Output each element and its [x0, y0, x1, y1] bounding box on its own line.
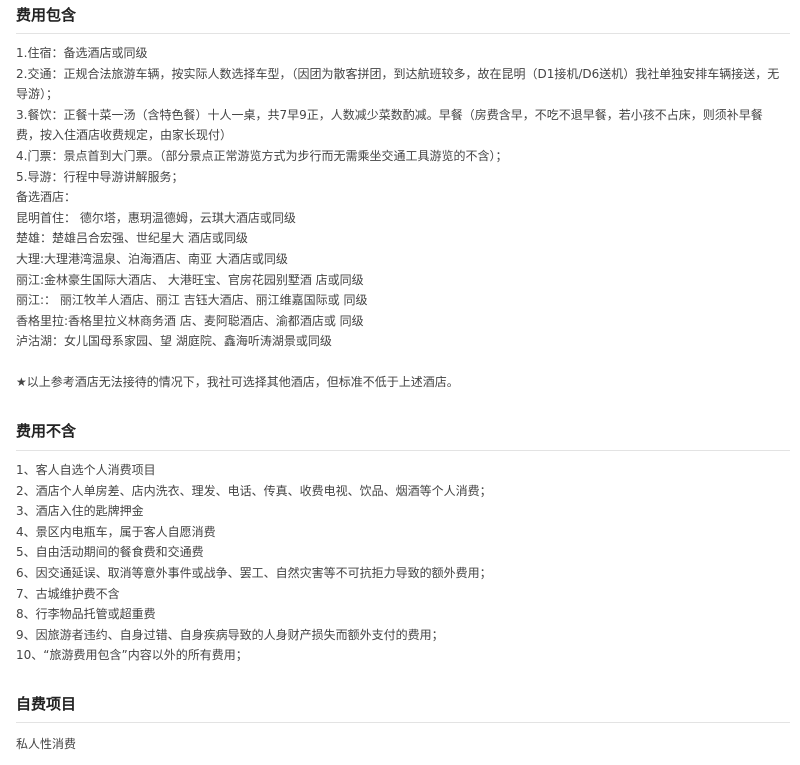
excluded-item: 5、自由活动期间的餐食费和交通费	[16, 545, 204, 560]
hotel-item: 泸沽湖：女儿国母系家园、望 湖庭院、鑫海听涛湖景或同级	[16, 334, 332, 349]
fee-included-content: 1.住宿：备选酒店或同级 2.交通：正规合法旅游车辆，按实际人数选择车型，（因团…	[16, 43, 790, 393]
hotel-item: 丽江:金林豪生国际大酒店、 大港旺宝、官房花园别墅酒 店或同级	[16, 272, 364, 287]
included-item: 1.住宿：备选酒店或同级	[16, 46, 148, 60]
hotel-note: ★以上参考酒店无法接待的情况下，我社可选择其他酒店，但标准不低于上述酒店。	[16, 374, 459, 389]
excluded-item: 10、“旅游费用包含”内容以外的所有费用；	[16, 648, 248, 663]
excluded-item: 6、因交通延误、取消等意外事件或战争、罢工、自然灾害等不可抗拒力导致的额外费用；	[16, 565, 492, 580]
self-pay-title: 自费项目	[16, 695, 77, 713]
excluded-item: 3、酒店入住的匙牌押金	[16, 504, 144, 519]
hotel-item: 楚雄：楚雄吕合宏强、世纪星大 酒店或同级	[16, 231, 248, 246]
included-item: 4.门票：景点首到大门票。（部分景点正常游览方式为步行而无需乘坐交通工具游览的不…	[16, 148, 508, 163]
included-item: 2.交通：正规合法旅游车辆，按实际人数选择车型，（因团为散客拼团，到达航班较多，…	[16, 66, 780, 102]
excluded-item: 2、酒店个人单房差、店内洗衣、理发、电话、传真、收费电视、饮品、烟酒等个人消费；	[16, 483, 492, 498]
self-pay-section: 自费项目	[16, 694, 790, 714]
self-pay-divider	[16, 722, 790, 723]
hotel-item: 丽江:： 丽江牧羊人酒店、丽江 吉钰大酒店、丽江维嘉国际或 同级	[16, 293, 368, 308]
excluded-item: 8、行李物品托管或超重费	[16, 607, 156, 622]
fee-included-title: 费用包含	[16, 6, 77, 24]
fee-excluded-title: 费用不含	[16, 422, 77, 440]
fee-excluded-section: 费用不含	[16, 421, 790, 441]
hotel-item: 香格里拉:香格里拉义林商务酒 店、麦阿聪酒店、渝都酒店或 同级	[16, 313, 364, 328]
self-pay-content: 私人性消费	[16, 734, 790, 755]
excluded-item: 1、客人自选个人消费项目	[16, 463, 156, 477]
hotel-item: 大理:大理港湾温泉、泊海酒店、南亚 大酒店或同级	[16, 251, 288, 266]
excluded-item: 4、景区内电瓶车，属于客人自愿消费	[16, 524, 216, 539]
hotel-item: 昆明首住： 德尔塔，惠玥温德姆，云琪大酒店或同级	[16, 210, 296, 225]
fee-info-page: 费用包含 1.住宿：备选酒店或同级 2.交通：正规合法旅游车辆，按实际人数选择车…	[0, 0, 800, 765]
excluded-item: 9、因旅游者违约、自身过错、自身疾病导致的人身财产损失而额外支付的费用；	[16, 627, 444, 642]
fee-included-section: 费用包含	[16, 5, 790, 25]
included-item: 5.导游：行程中导游讲解服务；	[16, 169, 184, 184]
self-pay-item: 私人性消费	[16, 737, 77, 751]
included-item: 3.餐饮：正餐十菜一汤（含特色餐）十人一桌，共7早9正，人数减少菜数酌减。早餐（…	[16, 107, 763, 143]
fee-excluded-content: 1、客人自选个人消费项目 2、酒店个人单房差、店内洗衣、理发、电话、传真、收费电…	[16, 460, 790, 666]
fee-included-divider	[16, 33, 790, 34]
fee-excluded-divider	[16, 450, 790, 451]
excluded-item: 7、古城维护费不含	[16, 586, 120, 601]
hotel-list-heading: 备选酒店：	[16, 190, 77, 205]
